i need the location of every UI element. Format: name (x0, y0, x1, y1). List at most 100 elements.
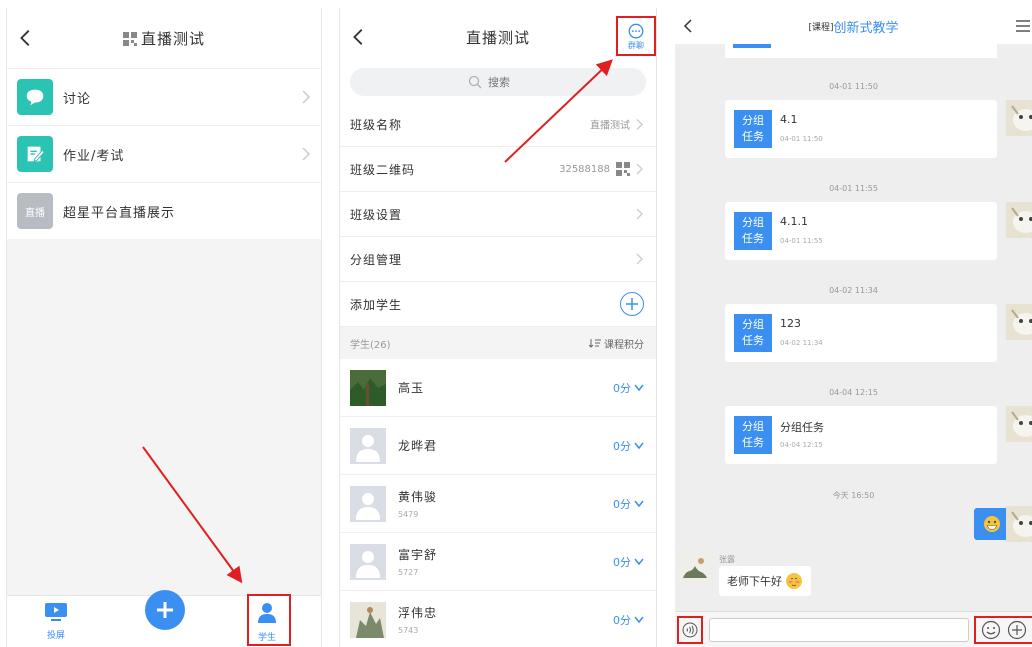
class-header: 直播测试 群聊 (340, 8, 656, 66)
student-row[interactable]: 黄伟骏 5479 0分 (340, 475, 656, 533)
group-task-card[interactable]: 分组 任务 4.1 04-01 11:50 (725, 100, 997, 158)
row-label: 添加学生 (350, 297, 403, 312)
sender-name: 张露 (719, 555, 735, 564)
sort-by-score-button[interactable]: 课程积分 (589, 336, 644, 351)
row-value: 32588188 (559, 163, 610, 175)
back-chevron-icon[interactable] (681, 18, 697, 34)
student-row[interactable]: 浮伟忠 5743 0分 (340, 591, 656, 647)
row-class-qr[interactable]: 班级二维码 32588188 (340, 147, 656, 192)
student-score: 0分 (613, 497, 631, 511)
add-button[interactable] (145, 590, 185, 630)
back-chevron-icon[interactable] (348, 26, 370, 48)
task-time: 04-01 11:50 (780, 135, 823, 143)
task-title: 4.1.1 (780, 215, 808, 228)
row-label: 班级名称 (350, 117, 403, 132)
task-time: 04-01 11:55 (780, 237, 823, 245)
list-item-homework[interactable]: 作业/考试 (7, 125, 321, 182)
task-time: 04-04 12:15 (780, 441, 823, 449)
row-label: 班级二维码 (350, 162, 416, 177)
menu-icon[interactable] (1016, 20, 1030, 32)
message-input[interactable] (709, 618, 969, 642)
row-label: 分组管理 (350, 252, 403, 267)
score-dropdown[interactable]: 0分 (613, 438, 644, 454)
chevron-down-icon (634, 500, 644, 507)
score-dropdown[interactable]: 0分 (613, 496, 644, 512)
chevron-down-icon (634, 442, 644, 449)
chat-header: [课程] 创新式教学 (675, 8, 1032, 44)
course-header: 直播测试 (7, 8, 321, 68)
chat-input-bar (675, 611, 1032, 647)
screen-cast-icon (45, 603, 67, 621)
chat-dots-icon (628, 23, 644, 39)
score-dropdown[interactable]: 0分 (613, 554, 644, 570)
add-student-button[interactable] (620, 292, 644, 316)
chevron-down-icon (634, 558, 644, 565)
row-group-management[interactable]: 分组管理 (340, 237, 656, 282)
emoji-picker-icon[interactable] (981, 620, 1001, 640)
avatar (1006, 202, 1032, 238)
avatar (1006, 506, 1032, 542)
message-text: 老师下午好 (727, 575, 782, 588)
avatar (350, 601, 386, 638)
score-dropdown[interactable]: 0分 (613, 612, 644, 628)
student-row[interactable]: 龙晔君 0分 (340, 417, 656, 475)
chevron-down-icon (634, 384, 644, 391)
search-box[interactable] (350, 68, 646, 96)
avatar (350, 485, 386, 522)
group-task-badge: 分组 任务 (734, 212, 772, 250)
student-id: 5479 (398, 510, 419, 519)
group-task-badge: 分组 任务 (734, 416, 772, 454)
live-tag-icon: 直播 (17, 193, 53, 229)
row-class-settings[interactable]: 班级设置 (340, 192, 656, 237)
search-input[interactable] (488, 75, 528, 89)
group-task-card[interactable]: 分组 任务 4.1.1 04-01 11:55 (725, 202, 997, 260)
qr-code-icon (616, 162, 630, 176)
tab-screen-cast[interactable]: 投屏 (31, 602, 81, 641)
avatar (1006, 406, 1032, 442)
student-name: 高玉 (398, 381, 425, 395)
group-task-card[interactable]: 分组 任务 123 04-02 11:34 (725, 304, 997, 362)
plus-icon (157, 602, 173, 618)
row-right: 直播测试 (590, 117, 644, 132)
group-task-card[interactable]: 分组 任务 分组任务 04-04 12:15 (725, 406, 997, 464)
list-item-discussion[interactable]: 讨论 (7, 68, 321, 125)
voice-input-button[interactable] (677, 616, 703, 644)
row-add-student[interactable]: 添加学生 (340, 282, 656, 327)
plus-icon (626, 298, 638, 310)
sort-label: 课程积分 (604, 339, 644, 351)
list-item-label: 讨论 (63, 91, 92, 107)
row-value: 直播测试 (590, 120, 630, 132)
avatar (350, 427, 386, 464)
student-score: 0分 (613, 439, 631, 453)
back-chevron-icon[interactable] (15, 27, 37, 49)
list-item-live-show[interactable]: 直播 超星平台直播展示 (7, 182, 321, 239)
message-timestamp: 04-04 12:15 (829, 388, 878, 397)
bottom-tab-bar: 投屏 学生 (7, 590, 321, 647)
message-timestamp: 今天 16:50 (832, 491, 875, 500)
task-time: 04-02 11:34 (780, 339, 823, 347)
score-dropdown[interactable]: 0分 (613, 380, 644, 396)
row-label: 班级设置 (350, 207, 403, 222)
student-list: 高玉 0分 龙晔君 0分 黄伟骏 5479 0分 富宇舒 5727 0分 浮伟忠… (340, 359, 656, 647)
row-class-name[interactable]: 班级名称 直播测试 (340, 102, 656, 147)
student-score: 0分 (613, 381, 631, 395)
chat-tools-group (974, 616, 1032, 644)
search-wrap (340, 66, 656, 102)
task-title: 4.1 (780, 113, 798, 126)
partial-message-card (725, 44, 997, 58)
chevron-right-icon (302, 147, 311, 161)
row-right: 32588188 (559, 162, 644, 176)
class-management-panel: 直播测试 群聊 班级名称 直播测试 班级二维码 32588188 班级设置 (339, 8, 657, 647)
chat-messages: 04-01 11:50 分组 任务 4.1 04-01 11:50 04-01 … (675, 44, 1032, 611)
chevron-right-icon (636, 253, 643, 265)
plus-circle-icon[interactable] (1007, 620, 1027, 640)
message-timestamp: 04-02 11:34 (829, 286, 878, 295)
student-row[interactable]: 高玉 0分 (340, 359, 656, 417)
group-chat-panel: [课程] 创新式教学 04-01 11:50 分组 任务 4.1 04-01 1… (675, 8, 1032, 647)
row-right (620, 292, 644, 316)
message-timestamp: 04-01 11:50 (829, 82, 878, 91)
group-chat-button[interactable]: 群聊 (616, 16, 656, 56)
student-row[interactable]: 富宇舒 5727 0分 (340, 533, 656, 591)
chevron-down-icon (634, 616, 644, 623)
avatar (1006, 304, 1032, 340)
